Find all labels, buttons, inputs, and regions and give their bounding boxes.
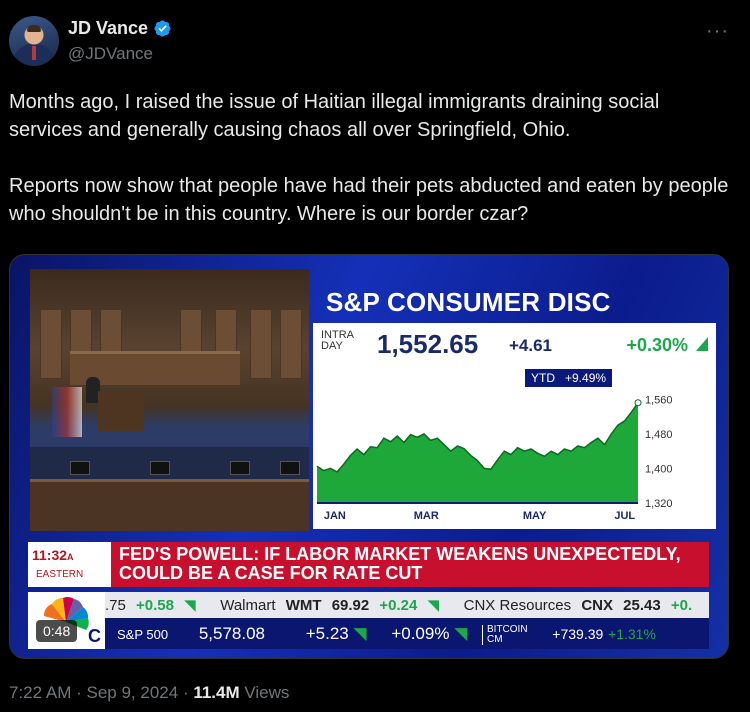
broadcast-time: 11:32A [32, 547, 74, 563]
separator: · [76, 683, 87, 702]
author-handle[interactable]: @JDVance [68, 44, 153, 64]
hearing-room-image [30, 269, 309, 531]
ticker-bottom: S&P 500 5,578.08 +5.23 ◥ +0.09% ◥ BITCOI… [105, 618, 709, 649]
ticker-top: .75 +0.58 ◥ Walmart WMT 69.92 +0.24 ◥ CN… [105, 592, 709, 618]
crypto-change: +739.39 [552, 626, 604, 642]
x-tick-label: MAR [414, 510, 439, 522]
post-time[interactable]: 7:22 AM [9, 683, 71, 702]
avatar-tie [32, 46, 36, 60]
up-triangle-icon [696, 337, 708, 351]
index-change-bottom: +5.23 [305, 624, 349, 643]
name-row: JD Vance [68, 18, 172, 39]
ytd-value: +9.49% [565, 371, 607, 385]
separator: · [182, 683, 194, 702]
x-tick-label: JUL [614, 510, 635, 522]
ytd-badge: YTD +9.49% [525, 369, 613, 387]
author-name[interactable]: JD Vance [68, 18, 148, 39]
ticker-item: .75 +0.58 ◥ [105, 597, 196, 614]
headline-banner-text: FED'S POWELL: IF LABOR MARKET WEAKENS UN… [119, 544, 681, 583]
y-tick-label: 1,560 [645, 394, 673, 406]
quote-box: INTRA DAY 1,552.65 +4.61 +0.30% 1,560 1,4… [313, 323, 716, 529]
x-tick-label: JAN [324, 510, 346, 522]
index-pct-bottom: +0.09% [391, 624, 450, 643]
ticker-item: CNX Resources CNX 25.43 +0. [463, 597, 693, 614]
crypto-pct: +1.31% [608, 626, 656, 642]
ytd-label: YTD [531, 371, 555, 385]
y-tick-label: 1,320 [645, 498, 673, 510]
tweet-header: JD Vance @JDVance ··· [9, 14, 741, 70]
timezone-label: EASTERN [36, 569, 84, 580]
index-price: 1,552.65 [377, 329, 479, 359]
index-name: S&P 500 [117, 627, 169, 642]
views-label: Views [244, 683, 290, 702]
svg-text:C: C [88, 626, 101, 646]
view-count: 11.4M [193, 683, 240, 702]
tweet-text: Months ago, I raised the issue of Haitia… [9, 91, 729, 225]
avatar[interactable] [9, 16, 59, 66]
index-pct-change: +0.30% [626, 335, 688, 355]
verified-badge-icon [154, 20, 171, 37]
index-value: 5,578.08 [198, 624, 266, 643]
post-date[interactable]: Sep 9, 2024 [87, 683, 179, 702]
crypto-label: BITCOIN CM [482, 624, 528, 645]
video-duration: 0:48 [36, 620, 78, 642]
x-tick-label: MAY [523, 510, 547, 522]
y-tick-label: 1,400 [645, 463, 673, 475]
more-horizontal-icon[interactable]: ··· [706, 20, 729, 43]
sector-title: S&P CONSUMER DISC [326, 287, 611, 317]
index-change: +4.61 [509, 336, 553, 355]
intraday-label: INTRA DAY [321, 329, 354, 352]
tweet-footer: 7:22 AM · Sep 9, 2024 · 11.4M Views [9, 683, 289, 703]
avatar-hair [27, 25, 41, 32]
chart-last-point [634, 399, 642, 407]
video-player[interactable]: S&P CONSUMER DISC INTRA DAY 1,552.65 +4.… [9, 254, 729, 659]
ticker-item: Walmart WMT 69.92 +0.24 ◥ [220, 597, 440, 614]
price-chart: 1,560 1,480 1,400 1,320 JAN MAR MAY JUL [316, 394, 673, 522]
y-tick-label: 1,480 [645, 429, 673, 441]
